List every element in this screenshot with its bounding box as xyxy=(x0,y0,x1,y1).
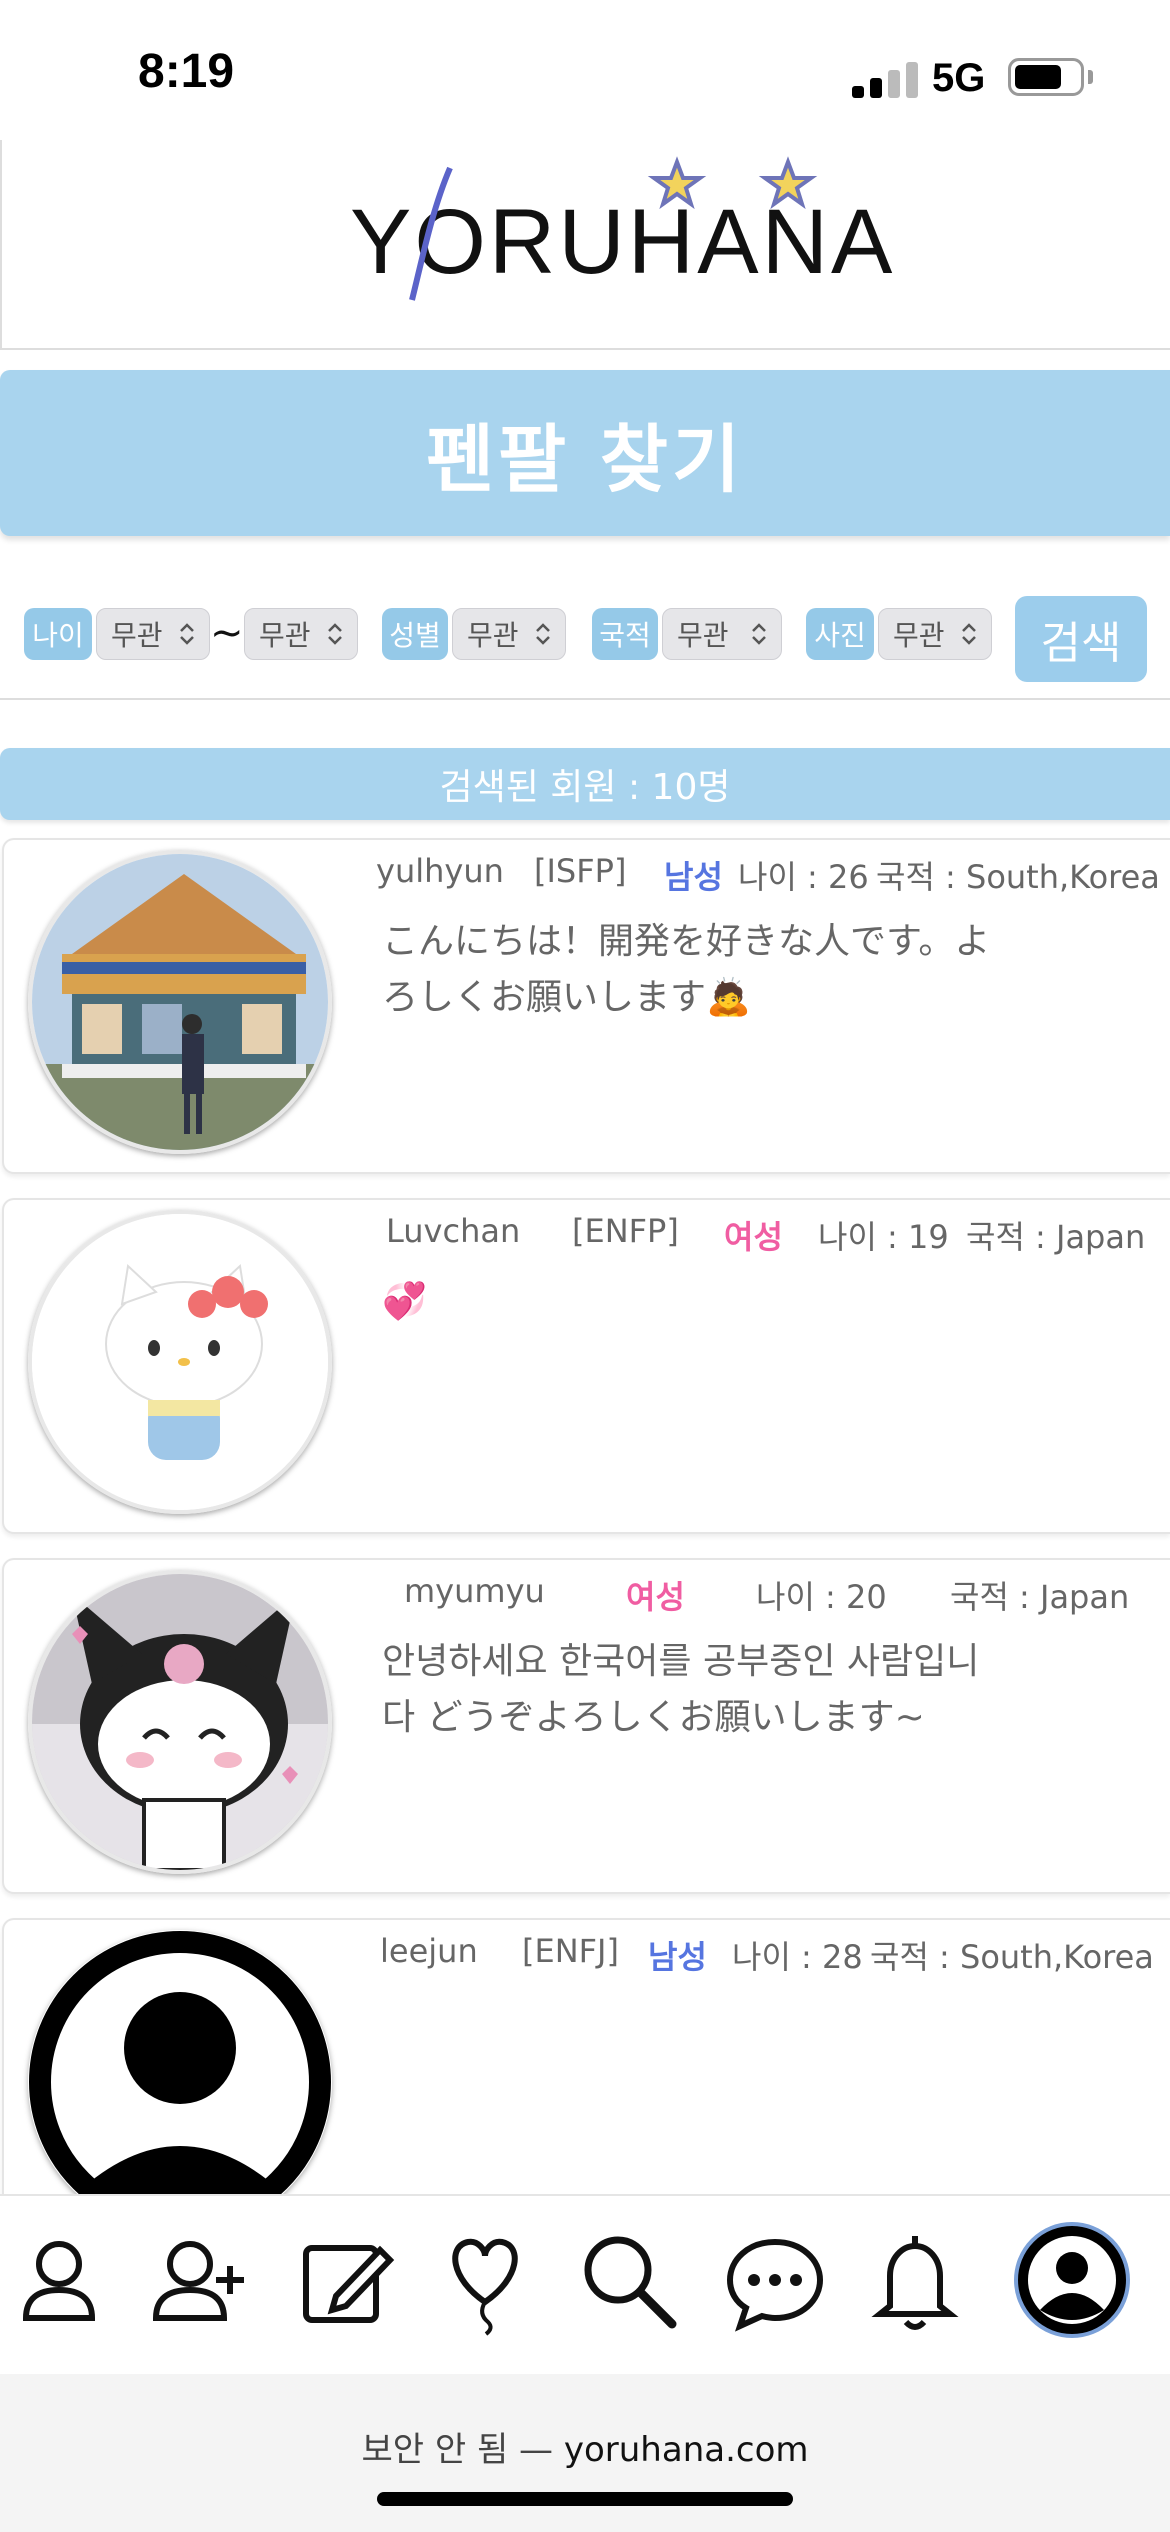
site-header: YORUHANA xyxy=(0,140,1170,350)
url-display[interactable]: 보안 안 됨 — yoruhana.com xyxy=(0,2422,1170,2471)
gender-select[interactable]: 무관 xyxy=(452,608,566,660)
default-person-avatar-icon xyxy=(29,1931,331,2233)
member-age: 나이 : 20 xyxy=(756,1578,887,1616)
member-gender: 남성 xyxy=(648,1938,707,1976)
member-card[interactable]: myumyu 여성 나이 : 20 국적 : Japan 안녕하세요 한국어를 … xyxy=(2,1558,1170,1894)
select-chevron-icon xyxy=(180,623,194,645)
member-country: 국적 : Japan xyxy=(966,1218,1146,1256)
age-min-select[interactable]: 무관 xyxy=(96,608,210,660)
photo-select[interactable]: 무관 xyxy=(878,608,992,660)
member-country: 국적 : South,Korea xyxy=(870,1938,1154,1976)
write-tab[interactable] xyxy=(290,2226,400,2336)
page-title-banner: 펜팔 찾기 xyxy=(0,370,1170,536)
member-card[interactable]: yulhyun [ISFP] 남성 나이 : 26 국적 : South,Kor… xyxy=(2,838,1170,1174)
status-time: 8:19 xyxy=(138,45,235,98)
bottom-tab-bar xyxy=(0,2194,1170,2374)
search-button[interactable]: 검색 xyxy=(1015,596,1147,682)
status-bar: 8:19 5G xyxy=(0,0,1170,140)
add-friend-tab[interactable] xyxy=(144,2226,254,2336)
member-username: myumyu xyxy=(404,1572,545,1610)
notification-tab[interactable] xyxy=(860,2226,970,2336)
member-username: Luvchan xyxy=(386,1212,521,1250)
age-filter-label: 나이 xyxy=(24,608,92,660)
network-type: 5G xyxy=(932,56,986,100)
security-warning: 보안 안 됨 — xyxy=(361,2430,554,2470)
member-avatar[interactable] xyxy=(28,1930,332,2234)
member-age: 나이 : 19 xyxy=(818,1218,949,1256)
search-icon xyxy=(584,2236,677,2329)
profile-icon xyxy=(22,2241,96,2321)
member-card[interactable]: Luvchan [ENFP] 여성 나이 : 19 국적 : Japan 💞 xyxy=(2,1198,1170,1534)
member-bio: 💞 xyxy=(382,1281,427,1322)
age-range-separator: ~ xyxy=(210,610,244,656)
chat-icon xyxy=(726,2238,824,2332)
kuromi-character-icon xyxy=(32,1574,328,1870)
member-gender: 남성 xyxy=(664,858,723,896)
my-account-icon xyxy=(1014,2222,1130,2338)
bell-icon xyxy=(871,2236,959,2330)
battery-icon xyxy=(1008,58,1084,96)
result-count-banner: 검색된 회원 : 10명 xyxy=(0,748,1170,820)
heart-balloon-icon xyxy=(452,2238,518,2336)
member-bio: こんにちは！開発を好きな人です。よろしくお願いします🙇 xyxy=(382,921,991,1018)
member-gender: 여성 xyxy=(626,1578,685,1616)
search-tab[interactable] xyxy=(574,2226,684,2336)
member-mbti: [ENFJ] xyxy=(522,1932,619,1970)
url-domain: yoruhana.com xyxy=(563,2430,809,2470)
member-mbti: [ISFP] xyxy=(534,852,627,890)
signal-icon xyxy=(852,58,918,98)
member-avatar[interactable] xyxy=(28,1210,332,1514)
member-avatar[interactable] xyxy=(28,850,332,1154)
select-chevron-icon xyxy=(752,623,766,645)
member-bio: 안녕하세요 한국어를 공부중인 사람입니다 どうぞよろしくお願いします~ xyxy=(382,1641,980,1738)
member-age: 나이 : 26 xyxy=(738,858,869,896)
select-chevron-icon xyxy=(328,623,342,645)
result-count: 검색된 회원 : 10명 xyxy=(439,767,731,808)
member-country: 국적 : South,Korea xyxy=(876,858,1160,896)
select-chevron-icon xyxy=(536,623,550,645)
member-mbti: [ENFP] xyxy=(572,1212,679,1250)
member-country: 국적 : Japan xyxy=(950,1578,1130,1616)
country-select[interactable]: 무관 xyxy=(662,608,782,660)
browser-url-bar[interactable]: 보안 안 됨 — yoruhana.com xyxy=(0,2374,1170,2532)
photo-filter-label: 사진 xyxy=(806,608,874,660)
write-icon xyxy=(303,2245,395,2323)
age-max-select[interactable]: 무관 xyxy=(244,608,358,660)
member-username: leejun xyxy=(380,1932,478,1970)
page-title: 펜팔 찾기 xyxy=(425,416,745,503)
gender-filter-label: 성별 xyxy=(382,608,448,660)
like-tab[interactable] xyxy=(430,2226,540,2336)
profile-tab[interactable] xyxy=(4,2226,114,2336)
select-chevron-icon xyxy=(962,623,976,645)
logo-decoration-icon xyxy=(409,156,818,301)
carousel-photo-icon xyxy=(32,854,328,1150)
country-filter-label: 국적 xyxy=(592,608,658,660)
member-age: 나이 : 28 xyxy=(732,1938,863,1976)
hello-kitty-figure-icon xyxy=(32,1214,328,1510)
member-username: yulhyun xyxy=(376,852,504,890)
home-indicator[interactable] xyxy=(377,2492,793,2506)
search-filters: 나이 무관 ~ 무관 성별 무관 국적 무관 사진 무관 검색 xyxy=(0,590,1170,700)
add-friend-icon xyxy=(152,2241,244,2321)
my-account-tab[interactable] xyxy=(1012,2220,1132,2340)
member-gender: 여성 xyxy=(724,1218,783,1256)
chat-tab[interactable] xyxy=(720,2226,830,2336)
member-avatar[interactable] xyxy=(28,1570,332,1874)
